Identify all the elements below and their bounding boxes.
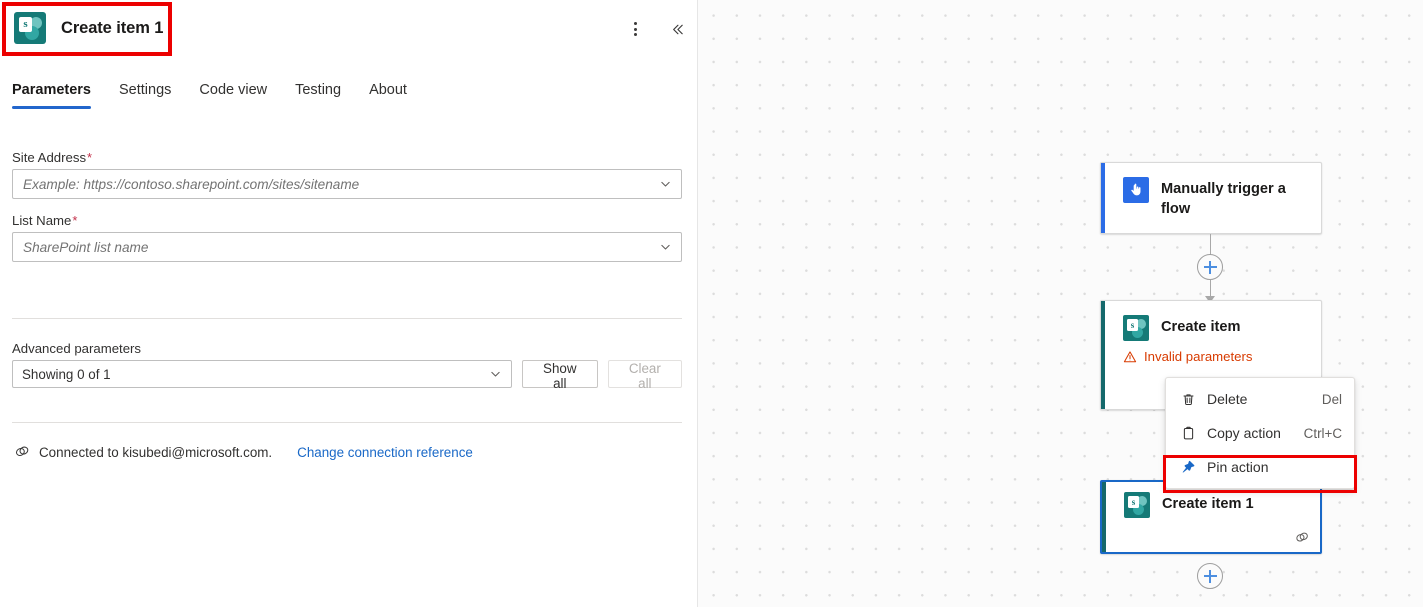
node-title: Create item <box>1161 315 1241 337</box>
panel-title-group: s Create item 1 <box>14 12 163 44</box>
sharepoint-icon-letter: s <box>19 17 32 32</box>
flow-canvas[interactable]: Manually trigger a flow s Create item <box>698 0 1423 607</box>
node-accent-bar <box>1102 482 1106 552</box>
flow-edge-1 <box>1210 234 1211 256</box>
connection-status-text: Connected to kisubedi@microsoft.com. <box>39 445 272 460</box>
context-menu-shortcut: Del <box>1322 392 1342 407</box>
field-list-name: List Name* SharePoint list name <box>12 213 682 262</box>
pin-icon <box>1180 459 1196 475</box>
advanced-parameters-label: Advanced parameters <box>12 341 682 356</box>
field-site-address: Site Address* Example: https://contoso.s… <box>12 150 682 199</box>
manual-trigger-hand-glyph <box>1128 182 1144 198</box>
more-vertical-icon[interactable] <box>622 16 648 42</box>
warning-icon <box>1123 350 1137 364</box>
link-icon <box>1294 529 1310 545</box>
sharepoint-icon-letter: s <box>1127 319 1138 331</box>
advanced-parameters-section: Advanced parameters Showing 0 of 1 Show … <box>12 341 682 388</box>
page-title: Create item 1 <box>61 19 163 38</box>
required-marker: * <box>71 213 77 228</box>
list-name-label: List Name* <box>12 213 682 228</box>
tab-code-view[interactable]: Code view <box>185 82 281 109</box>
panel-tabs: Parameters Settings Code view Testing Ab… <box>12 82 421 109</box>
add-step-button-2[interactable] <box>1197 563 1223 589</box>
trash-icon <box>1180 391 1196 407</box>
app-root: s Create item 1 Parameters Settings <box>0 0 1423 607</box>
more-vertical-dots <box>634 22 637 36</box>
sharepoint-icon: s <box>14 12 46 44</box>
node-body: Manually trigger a flow <box>1101 163 1321 231</box>
context-menu-shortcut: Ctrl+C <box>1304 426 1342 441</box>
context-menu-item-copy-action[interactable]: Copy action Ctrl+C <box>1166 416 1354 450</box>
tab-testing[interactable]: Testing <box>281 82 355 109</box>
node-accent-bar <box>1101 163 1105 233</box>
required-marker: * <box>86 150 92 165</box>
flow-node-manually-trigger-a-flow[interactable]: Manually trigger a flow <box>1100 162 1322 234</box>
context-menu-label: Delete <box>1207 391 1311 407</box>
parameters-form: Site Address* Example: https://contoso.s… <box>12 150 682 276</box>
add-step-button-1[interactable] <box>1197 254 1223 280</box>
panel-header-actions <box>622 16 690 42</box>
site-address-input[interactable]: Example: https://contoso.sharepoint.com/… <box>12 169 682 199</box>
node-accent-bar <box>1101 301 1105 409</box>
advanced-parameters-value: Showing 0 of 1 <box>13 367 111 382</box>
clear-all-button[interactable]: Clear all <box>608 360 682 388</box>
site-address-label: Site Address* <box>12 150 682 165</box>
connection-status: Connected to kisubedi@microsoft.com. Cha… <box>14 444 473 460</box>
node-body: s Create item <box>1101 301 1321 353</box>
change-connection-reference-link[interactable]: Change connection reference <box>297 445 473 460</box>
flow-node-create-item-1[interactable]: s Create item 1 <box>1100 480 1322 554</box>
tab-settings[interactable]: Settings <box>105 82 185 109</box>
node-context-menu: Delete Del Copy action Ctrl+C <box>1165 377 1355 489</box>
site-address-placeholder: Example: https://contoso.sharepoint.com/… <box>13 177 359 192</box>
link-icon <box>14 444 30 460</box>
action-details-panel: s Create item 1 Parameters Settings <box>0 0 698 607</box>
chevron-down-icon[interactable] <box>659 178 672 191</box>
tab-about[interactable]: About <box>355 82 421 109</box>
list-name-input[interactable]: SharePoint list name <box>12 232 682 262</box>
advanced-parameters-row: Showing 0 of 1 Show all Clear all <box>12 360 682 388</box>
tab-parameters[interactable]: Parameters <box>12 82 105 109</box>
node-title: Create item 1 <box>1162 492 1254 514</box>
show-all-button[interactable]: Show all <box>522 360 598 388</box>
context-menu-item-delete[interactable]: Delete Del <box>1166 382 1354 416</box>
chevron-down-icon[interactable] <box>489 368 502 381</box>
list-name-label-text: List Name <box>12 213 71 228</box>
site-address-label-text: Site Address <box>12 150 86 165</box>
node-error-message: Invalid parameters <box>1101 349 1321 375</box>
sharepoint-icon: s <box>1123 315 1149 341</box>
advanced-parameters-select[interactable]: Showing 0 of 1 <box>12 360 512 388</box>
context-menu-label: Copy action <box>1207 425 1293 441</box>
form-divider-bottom <box>12 422 682 423</box>
sharepoint-icon: s <box>1124 492 1150 518</box>
sharepoint-icon-letter: s <box>1128 496 1139 508</box>
context-menu-label: Pin action <box>1207 459 1331 475</box>
list-name-placeholder: SharePoint list name <box>13 240 148 255</box>
clipboard-icon <box>1180 425 1196 441</box>
form-divider-top <box>12 318 682 319</box>
double-chevron-left-icon[interactable] <box>664 16 690 42</box>
panel-header: s Create item 1 <box>0 0 698 58</box>
manual-trigger-icon <box>1123 177 1149 203</box>
context-menu-item-pin-action[interactable]: Pin action <box>1166 450 1354 484</box>
node-error-text: Invalid parameters <box>1144 349 1252 364</box>
node-title: Manually trigger a flow <box>1161 177 1309 219</box>
chevron-down-icon[interactable] <box>659 241 672 254</box>
